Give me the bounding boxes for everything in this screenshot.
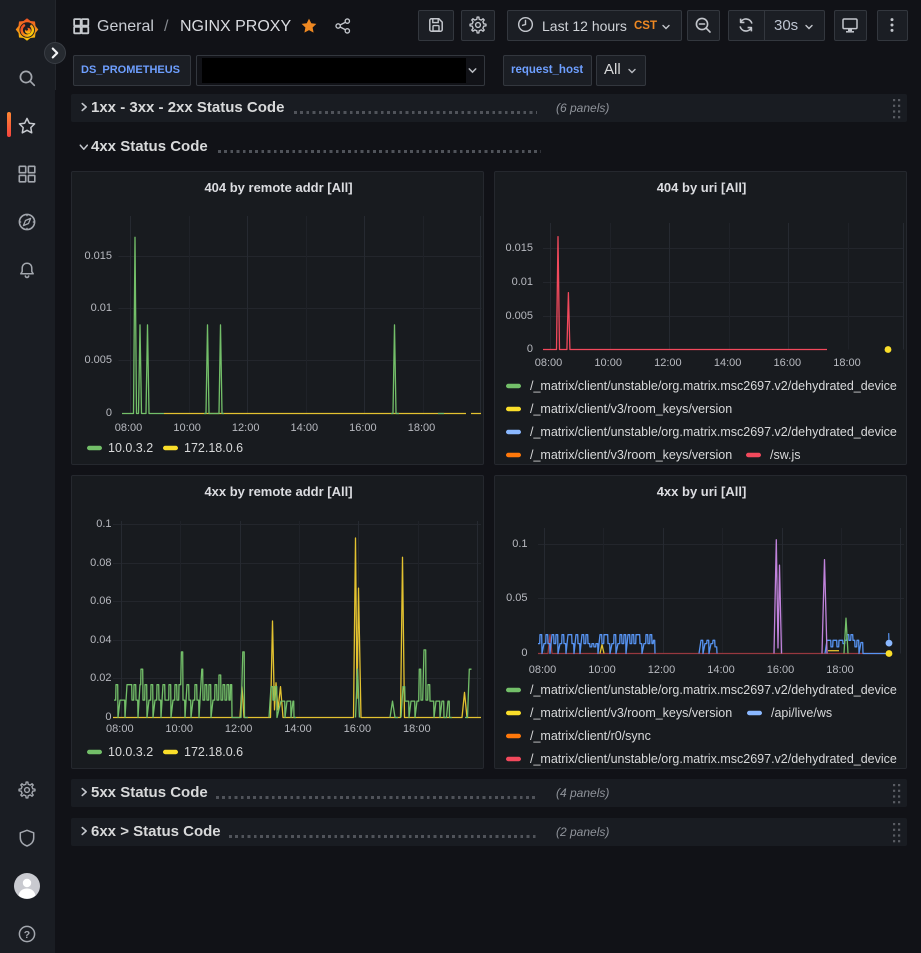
svg-text:16:00: 16:00 [344, 723, 372, 735]
svg-text:14:00: 14:00 [291, 422, 319, 434]
svg-text:404 by uri [All]: 404 by uri [All] [657, 180, 747, 195]
svg-text:0.04: 0.04 [90, 634, 111, 646]
svg-text:/_matrix/client/unstable/org.m: /_matrix/client/unstable/org.matrix.msc2… [530, 425, 897, 439]
svg-text:/_matrix/client/r0/sync: /_matrix/client/r0/sync [530, 729, 651, 743]
svg-text:14:00: 14:00 [284, 723, 312, 735]
svg-text:/_matrix/client/v3/room_keys/v: /_matrix/client/v3/room_keys/version [530, 448, 732, 462]
svg-text:12:00: 12:00 [225, 723, 253, 735]
svg-text:/api/live/ws: /api/live/ws [771, 706, 832, 720]
svg-text:4xx by uri [All]: 4xx by uri [All] [657, 484, 747, 499]
svg-text:16:00: 16:00 [774, 357, 802, 369]
svg-text:0.05: 0.05 [506, 592, 527, 604]
svg-text:08:00: 08:00 [529, 664, 557, 676]
svg-text:404 by remote addr [All]: 404 by remote addr [All] [204, 180, 352, 195]
svg-text:/_matrix/client/unstable/org.m: /_matrix/client/unstable/org.matrix.msc2… [530, 379, 897, 393]
svg-text:/sw.js: /sw.js [770, 448, 801, 462]
svg-text:172.18.0.6: 172.18.0.6 [184, 745, 243, 759]
svg-text:0.01: 0.01 [512, 276, 533, 288]
svg-text:0.08: 0.08 [90, 557, 111, 569]
svg-text:08:00: 08:00 [115, 422, 143, 434]
svg-text:4xx by remote addr [All]: 4xx by remote addr [All] [204, 484, 352, 499]
svg-text:18:00: 18:00 [408, 422, 436, 434]
svg-text:0: 0 [521, 647, 527, 659]
svg-text:?: ? [24, 929, 30, 941]
svg-text:16:00: 16:00 [349, 422, 377, 434]
svg-text:16:00: 16:00 [767, 664, 795, 676]
svg-text:0.01: 0.01 [91, 302, 112, 314]
svg-text:10.0.3.2: 10.0.3.2 [108, 441, 153, 455]
svg-text:10:00: 10:00 [588, 664, 616, 676]
svg-text:0.015: 0.015 [84, 250, 112, 262]
svg-text:/_matrix/client/v3/room_keys/v: /_matrix/client/v3/room_keys/version [530, 402, 732, 416]
svg-text:0: 0 [527, 343, 533, 355]
svg-text:/_matrix/client/unstable/org.m: /_matrix/client/unstable/org.matrix.msc2… [530, 683, 897, 697]
svg-text:18:00: 18:00 [833, 357, 861, 369]
svg-text:0.06: 0.06 [90, 595, 111, 607]
svg-text:0.1: 0.1 [512, 538, 527, 550]
svg-text:12:00: 12:00 [232, 422, 260, 434]
svg-text:10:00: 10:00 [173, 422, 201, 434]
svg-text:10:00: 10:00 [165, 723, 193, 735]
svg-text:0.005: 0.005 [505, 310, 533, 322]
svg-text:0.02: 0.02 [90, 672, 111, 684]
svg-text:0: 0 [105, 711, 111, 723]
svg-text:0.1: 0.1 [96, 518, 111, 530]
svg-text:10:00: 10:00 [594, 357, 622, 369]
svg-text:0.005: 0.005 [84, 354, 112, 366]
svg-text:18:00: 18:00 [826, 664, 854, 676]
svg-text:0: 0 [106, 407, 112, 419]
svg-text:172.18.0.6: 172.18.0.6 [184, 441, 243, 455]
svg-text:14:00: 14:00 [714, 357, 742, 369]
svg-text:/_matrix/client/unstable/org.m: /_matrix/client/unstable/org.matrix.msc2… [530, 752, 897, 766]
svg-text:10.0.3.2: 10.0.3.2 [108, 745, 153, 759]
svg-text:08:00: 08:00 [106, 723, 134, 735]
svg-text:/_matrix/client/v3/room_keys/v: /_matrix/client/v3/room_keys/version [530, 706, 732, 720]
svg-text:12:00: 12:00 [654, 357, 682, 369]
svg-text:12:00: 12:00 [648, 664, 676, 676]
svg-text:08:00: 08:00 [535, 357, 563, 369]
svg-text:0.015: 0.015 [505, 242, 533, 254]
svg-text:14:00: 14:00 [707, 664, 735, 676]
svg-text:18:00: 18:00 [403, 723, 431, 735]
